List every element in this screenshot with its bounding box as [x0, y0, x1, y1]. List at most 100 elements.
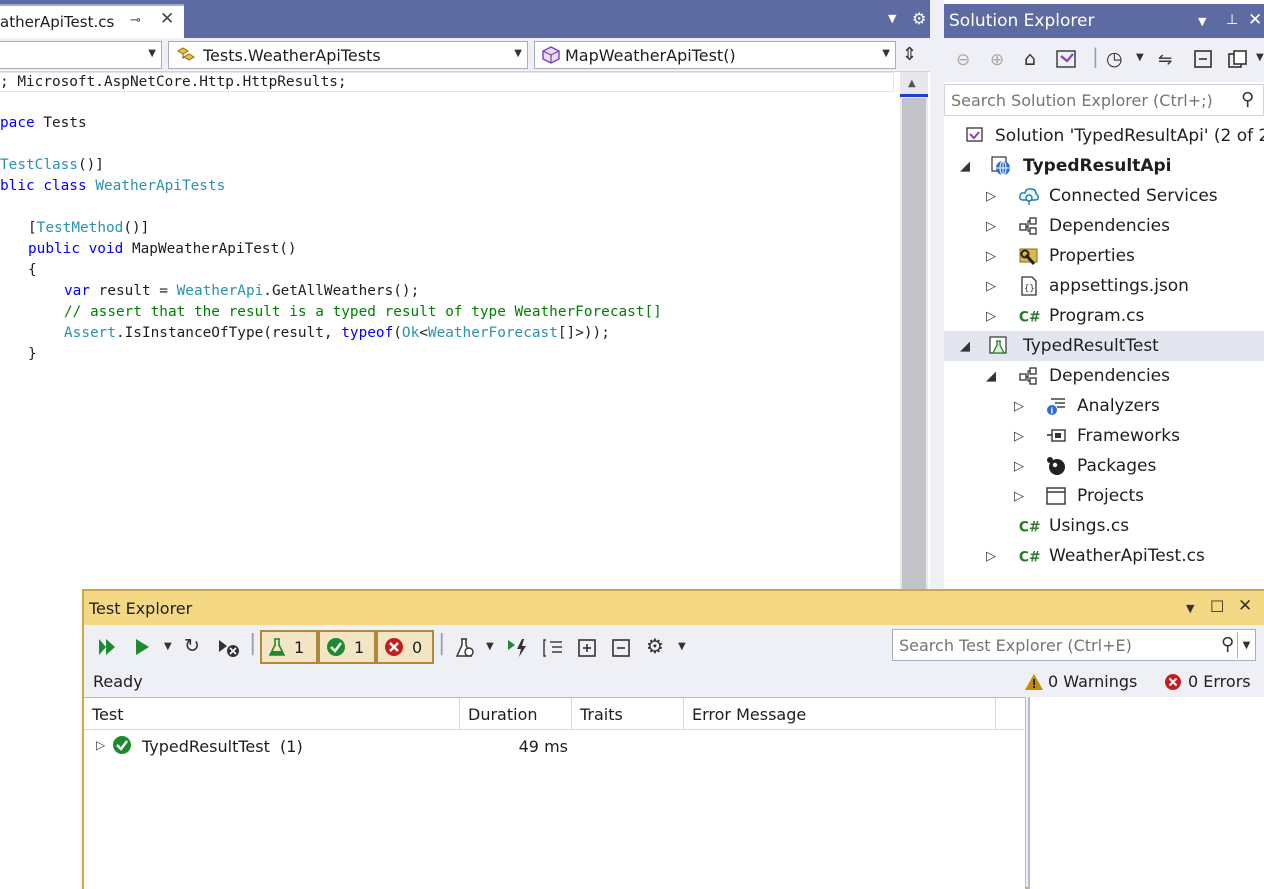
svg-text:C#: C# [1019, 520, 1040, 536]
warning-icon [1025, 673, 1043, 690]
collapsed-triangle-icon[interactable]: ▷ [96, 738, 105, 752]
pin-icon[interactable]: ⊥ [1226, 12, 1238, 28]
flask-icon [268, 637, 286, 657]
collapse-all-icon[interactable] [610, 637, 632, 664]
total-tests-count-button[interactable]: 1 [260, 630, 318, 664]
collapsed-triangle-icon[interactable]: ▷ [986, 549, 996, 564]
close-icon[interactable]: ✕ [1238, 596, 1252, 616]
test-explorer-status-bar: Ready 0 Warnings 0 Errors [84, 669, 1264, 697]
chevron-down-icon[interactable]: ▼ [1136, 52, 1144, 63]
window-menu-dropdown-icon[interactable]: ▼ [1198, 15, 1206, 28]
code-line: blic class WeatherApiTests [0, 178, 226, 194]
test-explorer-search-input[interactable] [899, 635, 1219, 655]
errors-indicator[interactable]: 0 Errors [1164, 672, 1251, 691]
window-menu-dropdown-icon[interactable]: ▼ [1186, 602, 1194, 615]
chevron-down-icon[interactable]: ▼ [678, 641, 686, 652]
class-dropdown[interactable]: Tests.WeatherApiTests ▼ [168, 41, 528, 69]
show-all-files-icon[interactable] [1226, 48, 1248, 75]
column-header-test[interactable]: Test [84, 698, 460, 730]
member-dropdown[interactable]: MapWeatherApiTest() ▼ [534, 41, 896, 69]
collapsed-triangle-icon[interactable]: ▷ [986, 249, 996, 264]
collapse-all-icon[interactable] [1192, 48, 1214, 75]
search-icon[interactable]: ⚲ [1221, 634, 1234, 655]
chevron-down-icon[interactable]: ▼ [1256, 52, 1264, 63]
csharp-file-icon: C# [1018, 305, 1040, 327]
test-settings-flask-icon[interactable] [454, 637, 476, 664]
collapsed-triangle-icon[interactable]: ▷ [986, 309, 996, 324]
repeat-last-run-icon[interactable]: ↻ [184, 635, 200, 657]
chevron-down-icon[interactable]: ▼ [164, 641, 172, 652]
tab-list-dropdown-icon[interactable]: ▼ [888, 12, 896, 25]
column-header-error-message[interactable]: Error Message [684, 698, 996, 730]
panel-title: Test Explorer [89, 598, 193, 618]
run-test-icon[interactable] [132, 637, 152, 662]
maximize-icon[interactable]: ☐ [1210, 597, 1224, 616]
collapsed-triangle-icon[interactable]: ▷ [986, 219, 996, 234]
document-tab[interactable]: atherApiTest.cs ⊸ ✕ [0, 4, 184, 38]
gear-icon[interactable]: ⚙ [912, 9, 926, 28]
group-by-icon[interactable] [542, 637, 564, 664]
svg-text:C#: C# [1019, 310, 1040, 326]
warnings-indicator[interactable]: 0 Warnings [1024, 672, 1137, 691]
expanded-triangle-icon[interactable]: ◢ [986, 369, 996, 384]
analyzers-icon: i [1045, 395, 1067, 417]
collapsed-triangle-icon[interactable]: ▷ [1014, 489, 1024, 504]
visual-studio-window: atherApiTest.cs ⊸ ✕ ▼ ⚙ ▼ Tests.WeatherA… [0, 0, 1264, 889]
collapsed-triangle-icon[interactable]: ▷ [1014, 399, 1024, 414]
dependencies-icon [1018, 365, 1040, 387]
solution-explorer-title-bar: Solution Explorer ▼ ⊥ ✕ [944, 4, 1264, 38]
split-window-icon[interactable]: ⇕ [902, 44, 917, 65]
failed-x-icon [384, 637, 404, 657]
cancel-run-icon[interactable] [216, 637, 242, 664]
passed-tests-count-button[interactable]: 1 [318, 630, 376, 664]
collapsed-triangle-icon[interactable]: ▷ [986, 279, 996, 294]
pending-changes-filter-icon[interactable]: ◷ [1106, 48, 1123, 70]
search-options-dropdown-icon[interactable]: ▼ [1237, 632, 1255, 658]
run-all-tests-icon[interactable] [96, 637, 118, 662]
table-row[interactable]: ▷ TypedResultTest (1) 49 ms [84, 732, 1024, 762]
tree-item-label: Solution 'TypedResultApi' (2 of 2 p [995, 126, 1264, 146]
tree-item-label: Dependencies [1049, 216, 1170, 236]
home-icon[interactable]: ⌂ [1024, 48, 1036, 70]
project-dropdown[interactable]: ▼ [0, 41, 162, 69]
test-explorer-search[interactable]: ⚲ ▼ [892, 629, 1256, 661]
expanded-triangle-icon[interactable]: ◢ [960, 159, 970, 174]
solution-explorer-panel: Solution Explorer ▼ ⊥ ✕ ⊖ ⊕ ⌂ | ◷ ▼ ⇋ ▼ [944, 0, 1264, 600]
run-tests-after-build-icon[interactable] [506, 637, 530, 664]
sync-with-document-icon[interactable]: ⇋ [1158, 50, 1172, 70]
test-explorer-panel: Test Explorer ▼ ☐ ✕ ▼ ↻ | 1 1 0 | ▼ ⚙ ▼ … [82, 589, 1264, 889]
chevron-down-icon[interactable]: ▼ [486, 641, 494, 652]
column-header-duration[interactable]: Duration [460, 698, 572, 730]
test-explorer-title-bar: Test Explorer ▼ ☐ ✕ [84, 591, 1264, 625]
test-name: TypedResultTest (1) [142, 737, 303, 756]
search-icon[interactable]: ⚲ [1241, 89, 1254, 110]
code-line: // assert that the result is a typed res… [64, 304, 662, 320]
gear-icon[interactable]: ⚙ [646, 634, 664, 658]
close-icon[interactable]: ✕ [160, 9, 174, 29]
solution-explorer-search-input[interactable] [951, 90, 1231, 110]
expand-all-icon[interactable] [576, 637, 598, 664]
tree-item-label: Projects [1077, 486, 1145, 506]
collapsed-triangle-icon[interactable]: ▷ [986, 189, 996, 204]
tree-item-project-typedresulttest[interactable]: ◢ TypedResultTest [944, 331, 1264, 361]
column-header-traits[interactable]: Traits [572, 698, 684, 730]
tree-item-label: Connected Services [1049, 186, 1218, 206]
test-grid-header: Test Duration Traits Error Message [84, 698, 1024, 730]
scroll-up-icon[interactable]: ▲ [908, 78, 916, 89]
collapsed-triangle-icon[interactable]: ▷ [1014, 459, 1024, 474]
pin-icon[interactable]: ⊸ [130, 13, 141, 28]
close-icon[interactable]: ✕ [1248, 10, 1262, 30]
collapsed-triangle-icon[interactable]: ▷ [1014, 429, 1024, 444]
errors-count: 0 Errors [1188, 672, 1251, 691]
back-icon[interactable]: ⊖ [956, 50, 970, 70]
forward-icon[interactable]: ⊕ [990, 50, 1004, 70]
tree-item-label: Frameworks [1077, 426, 1180, 446]
tree-item-label: Packages [1077, 456, 1157, 476]
failed-tests-count-button[interactable]: 0 [376, 630, 434, 664]
expanded-triangle-icon[interactable]: ◢ [960, 339, 970, 354]
chevron-down-icon: ▼ [148, 48, 156, 59]
switch-views-icon[interactable] [1054, 48, 1080, 75]
warnings-count: 0 Warnings [1048, 672, 1138, 691]
solution-explorer-search[interactable]: ⚲ [944, 84, 1264, 116]
csharp-file-icon: C# [1018, 545, 1040, 567]
